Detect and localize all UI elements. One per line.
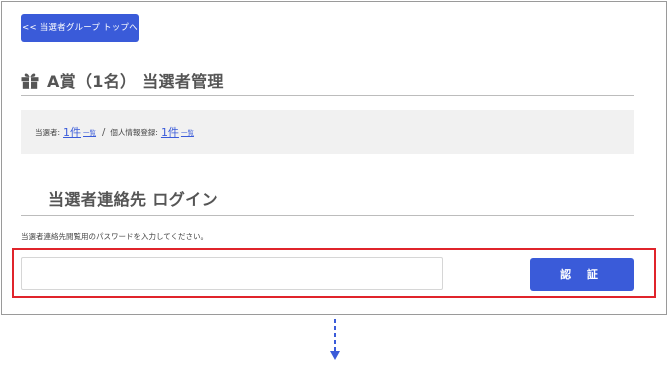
personal-info-count-link[interactable]: 1件	[161, 124, 179, 140]
winners-label: 当選者:	[35, 127, 61, 137]
personal-info-list-link[interactable]: 一覧	[181, 127, 194, 137]
winners-count-link[interactable]: 1件	[63, 124, 81, 140]
back-to-group-top-button[interactable]: << 当選者グループ トップへ	[21, 14, 139, 42]
password-input[interactable]	[21, 257, 443, 290]
authenticate-button[interactable]: 認 証	[530, 258, 634, 291]
gift-icon	[21, 73, 39, 89]
arrow-down-icon	[330, 319, 340, 360]
title-divider	[21, 95, 634, 96]
winners-list-link[interactable]: 一覧	[83, 127, 96, 137]
stats-separator: /	[102, 126, 106, 138]
personal-info-label: 個人情報登録:	[110, 127, 158, 137]
login-section-title: 当選者連絡先 ログイン	[48, 190, 218, 209]
page-title: A賞（1名） 当選者管理	[47, 72, 224, 91]
login-divider	[21, 215, 634, 216]
password-instruction: 当選者連絡先閲覧用のパスワードを入力してください。	[21, 232, 209, 241]
page-title-row: A賞（1名） 当選者管理	[21, 68, 224, 92]
winner-stats-panel: 当選者: 1件 一覧 / 個人情報登録: 1件 一覧	[21, 110, 634, 154]
